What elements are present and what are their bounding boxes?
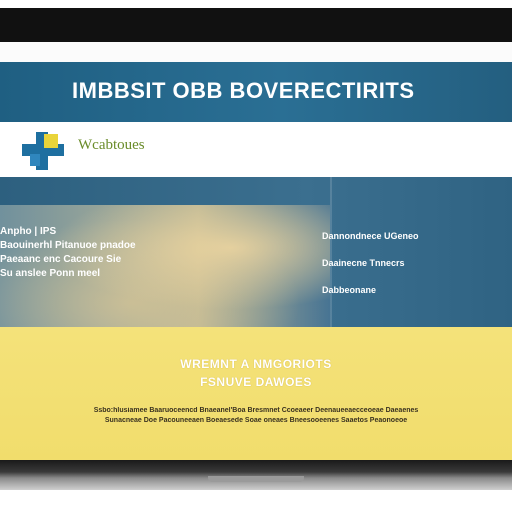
header-banner: IMBBSIT OBB BOVERECTIRITS: [0, 62, 512, 122]
top-strip: [0, 42, 512, 62]
laptop-screen: IMBBSIT OBB BOVERECTIRITS Wcabtoues Anph…: [0, 42, 512, 460]
background-floor: [0, 490, 512, 512]
laptop-bezel-bottom: [0, 460, 512, 490]
promo-fine-print: Ssbo:hlusiamee Baaruoceencd Bnaeanel'Boa…: [93, 407, 419, 414]
promo-fine-print: Sunacneae Doe Pacouneeaen Boeaesede Soae…: [104, 417, 408, 424]
panel-right-link[interactable]: Dannondnece UGeneo: [322, 223, 507, 250]
logo-bar: Wcabtoues: [0, 122, 512, 177]
panel-right-link[interactable]: Daainecne Tnnecrs: [322, 250, 507, 277]
info-panel: Anpho | IPS Baouinerhl Pitanuoe pnadoe P…: [0, 177, 512, 327]
panel-right-link[interactable]: Dabbeonane: [322, 277, 507, 304]
promo-section: WREMNT A NMGORIOTS FSNUVE DAWOES Ssbo:hl…: [0, 327, 512, 460]
panel-left-line: Baouinerhl Pitanuoe pnadoe: [0, 240, 136, 251]
page-title: IMBBSIT OBB BOVERECTIRITS: [72, 78, 415, 103]
logo-wordmark[interactable]: Wcabtoues: [78, 137, 145, 154]
laptop-hinge-notch: [208, 476, 304, 482]
promo-heading: WREMNT A NMGORIOTS: [180, 357, 332, 371]
promo-subheading: FSNUVE DAWOES: [200, 375, 312, 389]
panel-left-line: Paeaanc enc Cacoure Sie: [0, 254, 122, 265]
logo-cross-icon[interactable]: [22, 132, 64, 170]
laptop-bezel-top: [0, 0, 512, 42]
panel-left-line: Anpho | IPS: [0, 226, 57, 237]
panel-left-line: Su anslee Ponn meel: [0, 268, 101, 279]
panel-text-right: Dannondnece UGeneo Daainecne Tnnecrs Dab…: [322, 223, 507, 304]
panel-text-left: Anpho | IPS Baouinerhl Pitanuoe pnadoe P…: [0, 225, 330, 281]
